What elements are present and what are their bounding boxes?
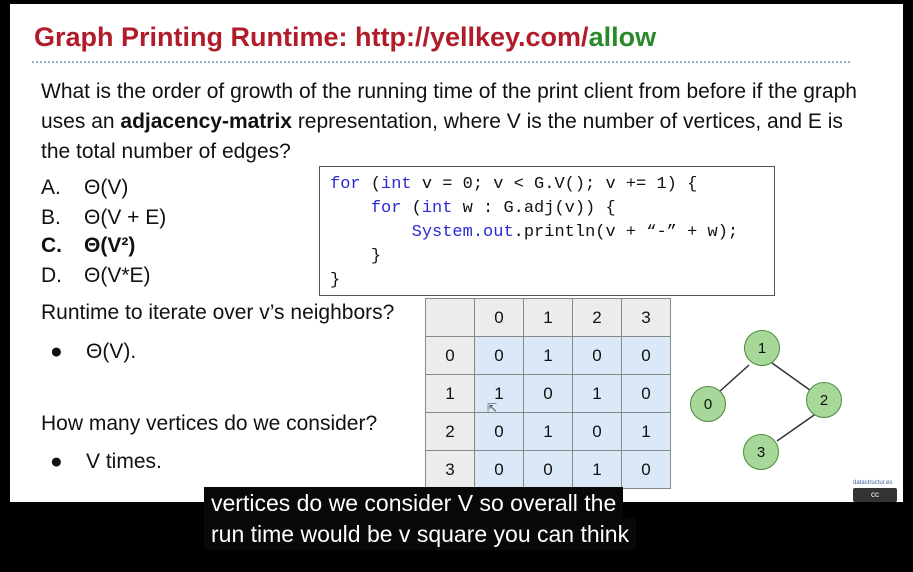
credit-link[interactable]: datastructur.es <box>853 480 892 486</box>
graph-edge <box>718 364 750 393</box>
graph-node: 1 <box>744 330 780 366</box>
graph-node: 0 <box>690 386 726 422</box>
graph-node: 3 <box>743 434 779 470</box>
graph-edges <box>718 362 818 442</box>
cc-license-badge: cc <box>853 488 897 502</box>
caption-line-2: run time would be v square you can think <box>204 518 637 550</box>
graph-node: 2 <box>806 382 842 418</box>
slide: Graph Printing Runtime: http://yellkey.c… <box>10 4 903 502</box>
caption-line-1: vertices do we consider V so overall the <box>204 487 624 519</box>
graph-edge <box>771 362 815 394</box>
graph-edge <box>776 412 818 442</box>
mouse-cursor-icon: ⇱ <box>487 401 498 415</box>
